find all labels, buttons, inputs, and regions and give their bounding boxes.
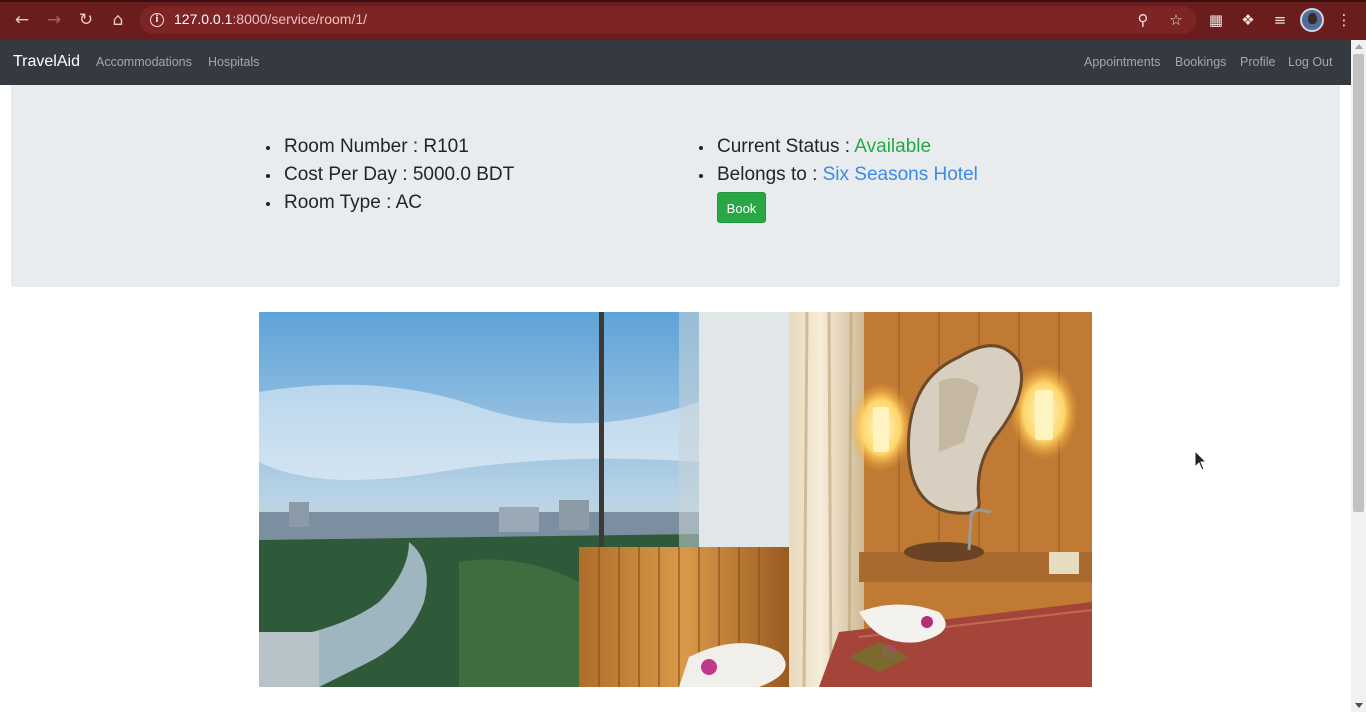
tab-strip-edge: [0, 0, 1366, 2]
puzzle-icon[interactable]: ❖: [1238, 10, 1258, 30]
scroll-up-arrow-icon[interactable]: [1355, 44, 1363, 49]
status-value: Available: [854, 136, 932, 157]
room-photo-scene: [259, 312, 1092, 687]
star-icon[interactable]: ☆: [1167, 11, 1185, 29]
cost-per-day-item: Cost Per Day : 5000.0 BDT: [266, 161, 514, 189]
status-label: Current Status :: [717, 136, 851, 157]
media-queue-icon[interactable]: ≡: [1270, 10, 1290, 30]
room-number-value: R101: [423, 136, 469, 157]
info-icon[interactable]: i: [150, 13, 164, 27]
address-bar[interactable]: i 127.0.0.1:8000/service/room/1/ ⚲ ☆: [140, 6, 1196, 34]
room-info-list: Room Number : R101 Cost Per Day : 5000.0…: [266, 133, 514, 217]
room-number-item: Room Number : R101: [266, 133, 514, 161]
room-photo: [259, 312, 1092, 687]
cost-label: Cost Per Day :: [284, 164, 408, 185]
status-item: Current Status : Available: [699, 133, 978, 161]
room-type-value: AC: [395, 192, 423, 213]
nav-hospitals[interactable]: Hospitals: [208, 55, 259, 69]
profile-avatar[interactable]: [1300, 8, 1324, 32]
reading-list-icon[interactable]: ▦: [1206, 10, 1226, 30]
room-number-label: Room Number :: [284, 136, 419, 157]
kebab-menu-icon[interactable]: ⋮: [1334, 10, 1354, 30]
home-icon[interactable]: ⌂: [107, 9, 129, 31]
back-arrow-icon[interactable]: ←: [11, 9, 33, 31]
brand-logo[interactable]: TravelAid: [13, 53, 80, 71]
hotel-link[interactable]: Six Seasons Hotel: [823, 164, 978, 185]
browser-toolbar: ← → ↻ ⌂ i 127.0.0.1:8000/service/room/1/…: [0, 0, 1366, 40]
page-scrollbar[interactable]: [1351, 40, 1366, 712]
room-status-list: Current Status : Available Belongs to : …: [699, 133, 978, 189]
scroll-down-arrow-icon[interactable]: [1355, 703, 1363, 708]
url-text[interactable]: 127.0.0.1:8000/service/room/1/: [174, 11, 367, 27]
nav-accommodations[interactable]: Accommodations: [96, 55, 192, 69]
url-host: 127.0.0.1: [174, 11, 233, 27]
belongs-to-item: Belongs to : Six Seasons Hotel: [699, 161, 978, 189]
nav-logout[interactable]: Log Out: [1288, 55, 1332, 69]
scroll-thumb[interactable]: [1353, 54, 1364, 512]
room-type-label: Room Type :: [284, 192, 392, 213]
nav-bookings[interactable]: Bookings: [1175, 55, 1226, 69]
book-button[interactable]: Book: [717, 192, 766, 223]
nav-profile[interactable]: Profile: [1240, 55, 1275, 69]
cost-value: 5000.0 BDT: [412, 164, 515, 185]
zoom-icon[interactable]: ⚲: [1134, 11, 1152, 29]
site-navbar: TravelAid Accommodations Hospitals Appoi…: [0, 40, 1351, 85]
reload-icon[interactable]: ↻: [75, 9, 97, 31]
mouse-cursor-icon: [1194, 450, 1208, 471]
room-type-item: Room Type : AC: [266, 189, 514, 217]
nav-appointments[interactable]: Appointments: [1084, 55, 1160, 69]
room-details-panel: Room Number : R101 Cost Per Day : 5000.0…: [11, 85, 1340, 287]
belongs-label: Belongs to :: [717, 164, 818, 185]
forward-arrow-icon[interactable]: →: [43, 9, 65, 31]
url-path: :8000/service/room/1/: [232, 11, 368, 27]
